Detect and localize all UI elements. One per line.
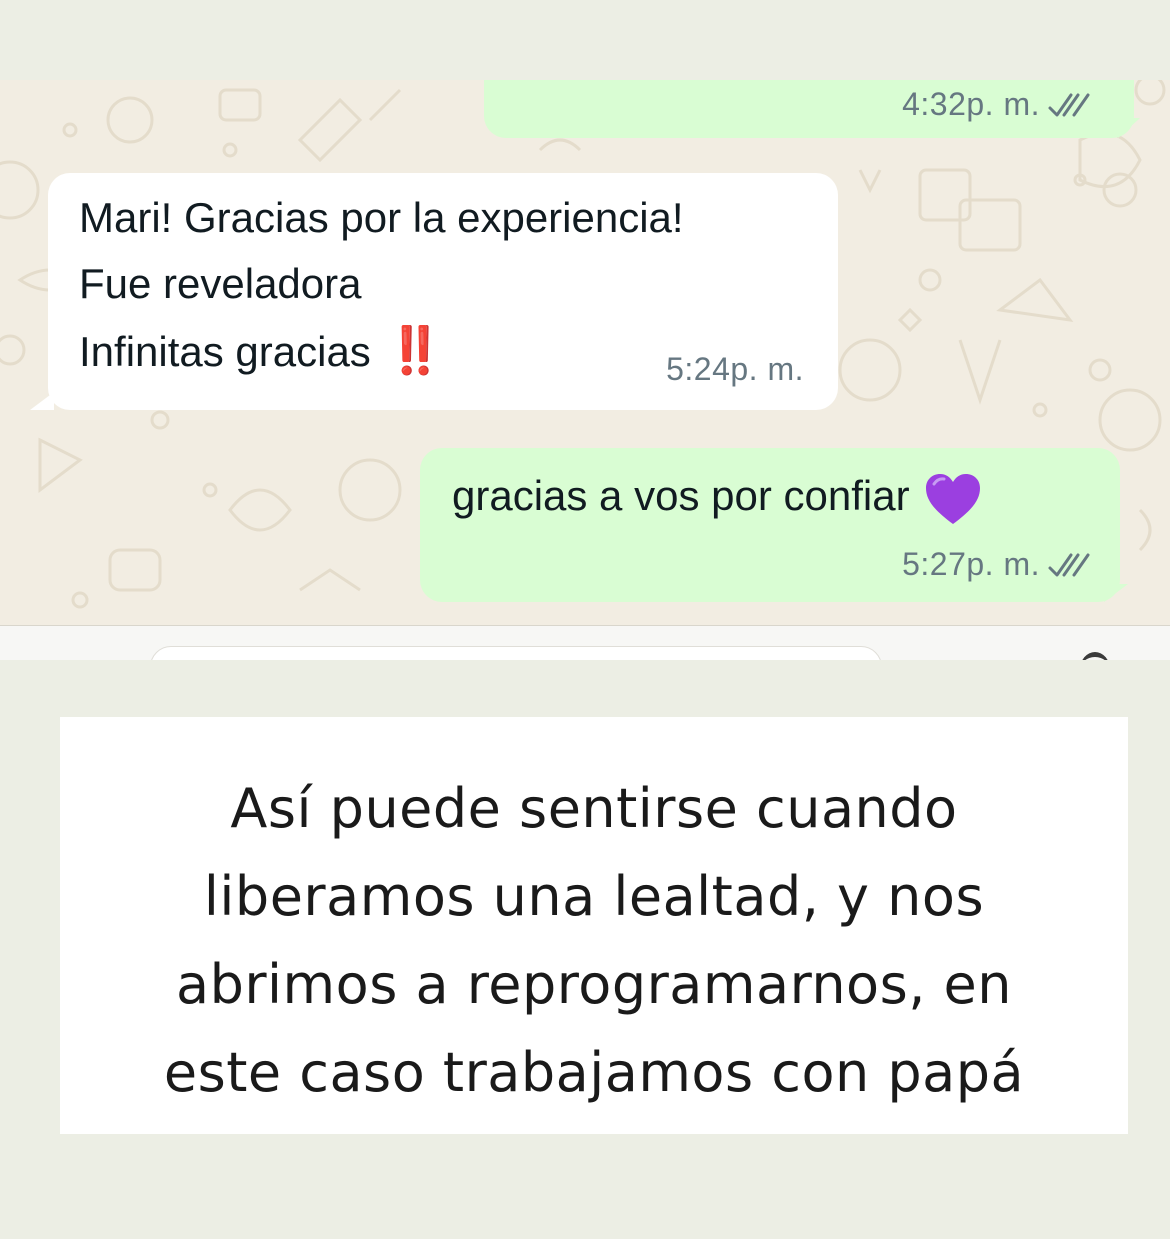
message-text: Mari! Gracias por la experiencia! Fue re… (79, 185, 684, 385)
message-text: gracias a vos por confiar (452, 463, 982, 529)
caption-line: Así puede sentirse cuando (230, 777, 958, 840)
caption-line: este caso trabajamos con papá (163, 1041, 1025, 1104)
message-line: Mari! Gracias por la experiencia! (79, 194, 684, 241)
message-meta: 5:24p. m. (666, 351, 804, 388)
incoming-bubble-tail (30, 392, 54, 410)
message-time: 4:32p. m. (902, 86, 1040, 122)
read-double-check-icon (1048, 553, 1090, 576)
message-time: 5:24p. m. (666, 351, 804, 387)
outgoing-message-bubble[interactable]: 4:32p. m. (484, 80, 1134, 138)
caption-line: liberamos una lealtad, y nos (203, 865, 985, 928)
double-exclamation-emoji: ‼️ (386, 324, 444, 376)
outgoing-bubble-tail (1104, 584, 1128, 602)
message-line: Infinitas gracias (79, 328, 371, 375)
message-line: Fue reveladora (79, 260, 362, 307)
message-time: 5:27p. m. (902, 546, 1040, 582)
message-meta: 5:27p. m. (902, 546, 1090, 583)
read-double-check-icon (1048, 93, 1090, 116)
outgoing-message-bubble[interactable]: gracias a vos por confiar 5:27p. m. (420, 448, 1120, 602)
message-input-bar (0, 625, 1170, 688)
outgoing-bubble-tail (1118, 118, 1140, 138)
message-line: gracias a vos por confiar (452, 472, 910, 519)
caption-text: Así puede sentirse cuando liberamos una … (60, 765, 1128, 1117)
caption-card: Así puede sentirse cuando liberamos una … (60, 717, 1128, 1134)
incoming-message-bubble[interactable]: Mari! Gracias por la experiencia! Fue re… (48, 173, 838, 410)
message-meta: 4:32p. m. (902, 86, 1090, 123)
caption-line: abrimos a reprogramarnos, en (175, 953, 1013, 1016)
purple-heart-emoji (925, 473, 980, 524)
chat-conversation[interactable]: 4:32p. m. Mari! Gracias por la experienc… (0, 80, 1170, 625)
message-line-with-emoji: Infinitas gracias ‼️ (79, 317, 684, 385)
